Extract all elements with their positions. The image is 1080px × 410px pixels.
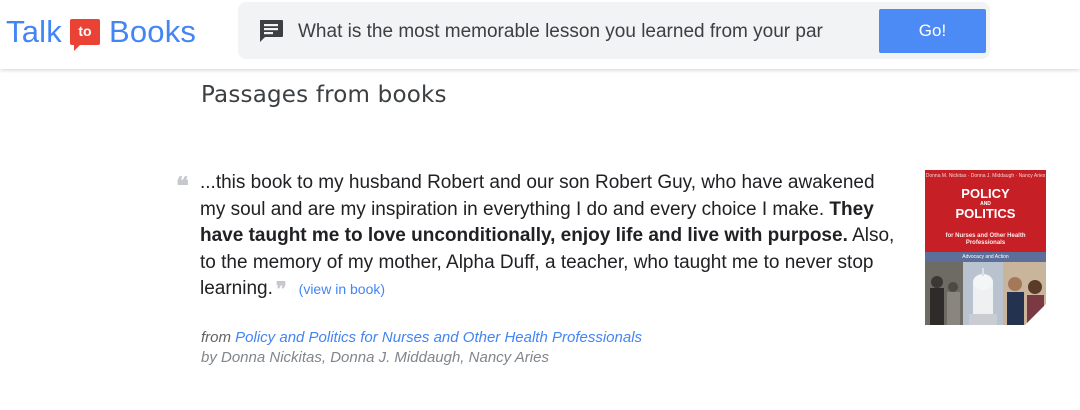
top-bar: Talk to Books What is the most memorable… — [0, 0, 1080, 69]
cover-band: Advocacy and Action — [925, 252, 1046, 262]
passage-text: ...this book to my husband Robert and ou… — [200, 170, 900, 303]
search-input[interactable]: What is the most memorable lesson you le… — [298, 19, 858, 45]
book-title-link[interactable]: Policy and Politics for Nurses and Other… — [235, 329, 642, 346]
cover-subtitle: for Nurses and Other Health Professional… — [945, 233, 1026, 246]
view-in-book-link[interactable]: (view in book) — [299, 281, 385, 297]
cover-photo-collage — [925, 262, 1046, 325]
logo-word-books: Books — [108, 14, 197, 49]
cover-title-line2: POLITICS — [955, 206, 1016, 221]
book-cover-image[interactable]: Donna M. Nickitas · Donna J. Middaugh · … — [925, 170, 1046, 325]
section-title: Passages from books — [201, 82, 447, 108]
go-button[interactable]: Go! — [879, 9, 986, 53]
open-quote-icon: ❝ — [176, 171, 189, 200]
search-bar: What is the most memorable lesson you le… — [238, 2, 990, 59]
close-quote-icon: ❞ — [275, 277, 287, 301]
book-authors: by Donna Nickitas, Donna J. Middaugh, Na… — [201, 349, 549, 366]
logo-word-talk: Talk — [6, 14, 62, 49]
passage-text-before: ...this book to my husband Robert and ou… — [200, 172, 875, 220]
cover-title: POLICY AND POLITICS — [925, 187, 1046, 221]
source-from-label: from — [201, 329, 231, 346]
cover-title-line1: POLICY — [961, 186, 1010, 201]
chat-bubble-icon — [260, 20, 283, 42]
talk-to-books-logo[interactable]: Talk to Books — [6, 12, 196, 52]
cover-authors: Donna M. Nickitas · Donna J. Middaugh · … — [925, 173, 1046, 179]
logo-to-badge: to — [69, 19, 100, 51]
book-source: from Policy and Politics for Nurses and … — [201, 327, 642, 349]
